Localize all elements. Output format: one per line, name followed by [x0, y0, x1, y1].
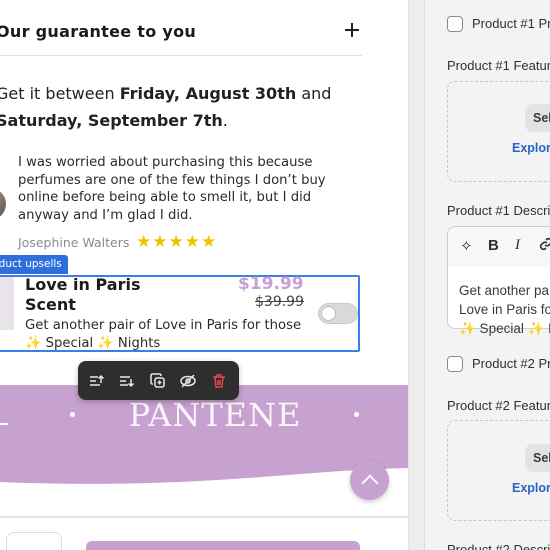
divider — [0, 55, 362, 56]
italic-icon[interactable]: I — [515, 237, 520, 254]
upsell-price: $19.99 — [238, 274, 304, 294]
product1-explore-link[interactable]: Explore — [512, 141, 550, 155]
description-value: Get another pair of Love in Paris for th… — [459, 283, 550, 336]
upsell-product-image — [0, 277, 14, 330]
delivery-estimate: Get it between Friday, August 30th and S… — [0, 80, 366, 134]
product1-checkbox-label: Product #1 Product — [472, 16, 550, 31]
review-text: I was worried about purchasing this beca… — [18, 155, 326, 223]
magic-sparkle-icon[interactable]: ✧ — [460, 237, 473, 255]
product2-checkbox-label: Product #2 Product — [472, 356, 550, 371]
delivery-end-date: Saturday, September 7th — [0, 111, 223, 130]
upsell-toggle[interactable] — [318, 303, 358, 324]
next-section-card — [6, 532, 62, 550]
scroll-to-top-button[interactable] — [350, 461, 389, 500]
storefront-preview: Our guarantee to you Get it between Frid… — [0, 0, 408, 550]
upsell-title: Love in Paris Scent — [25, 275, 141, 314]
star-rating: ★★★★★ — [136, 232, 218, 252]
delivery-suffix: . — [222, 111, 228, 130]
reviewer-name: Josephine Walters — [18, 235, 130, 250]
product2-explore-link[interactable]: Explore — [512, 481, 550, 495]
upsell-description: Get another pair of Love in Paris for th… — [25, 318, 302, 351]
toggle-knob — [321, 306, 336, 321]
product2-features-label: Product #2 Features — [447, 398, 550, 413]
preview-scroll-gutter — [408, 0, 424, 550]
product2-description-label: Product #2 Description — [447, 542, 550, 550]
product1-features-label: Product #1 Features — [447, 58, 550, 73]
move-up-icon[interactable] — [88, 372, 106, 390]
pantene-logo: PANTENE — [128, 396, 302, 434]
next-section-button[interactable] — [86, 541, 360, 550]
move-down-icon[interactable] — [118, 372, 136, 390]
block-label-tag: Product upsells — [0, 255, 68, 274]
bold-icon[interactable]: B — [488, 237, 499, 254]
block-toolbar — [78, 361, 239, 400]
hide-icon[interactable] — [179, 372, 197, 390]
expand-plus-icon[interactable] — [344, 22, 360, 38]
product2-checkbox[interactable] — [447, 356, 463, 372]
editor-canvas: Our guarantee to you Get it between Frid… — [0, 0, 550, 550]
reviewer-avatar — [0, 188, 6, 220]
delivery-prefix: Get it between — [0, 84, 120, 103]
link-icon[interactable] — [539, 237, 550, 255]
product1-checkbox[interactable] — [447, 16, 463, 32]
delivery-connector: and — [296, 84, 332, 103]
product1-description-label: Product #1 Description — [447, 203, 550, 218]
delivery-start-date: Friday, August 30th — [119, 84, 297, 103]
section-divider — [0, 516, 408, 518]
product1-select-button[interactable]: Select — [525, 104, 550, 132]
guarantee-heading[interactable]: Our guarantee to you — [0, 22, 196, 41]
duplicate-icon[interactable] — [149, 372, 167, 390]
banner-wave — [0, 460, 408, 484]
delete-icon[interactable] — [210, 372, 228, 390]
block-label-text: Product upsells — [0, 258, 62, 270]
settings-panel: Product #1 Product Product #1 Features S… — [424, 0, 550, 550]
upsell-compare-price: $39.99 — [255, 294, 304, 310]
product2-select-button[interactable]: Select — [525, 444, 550, 472]
